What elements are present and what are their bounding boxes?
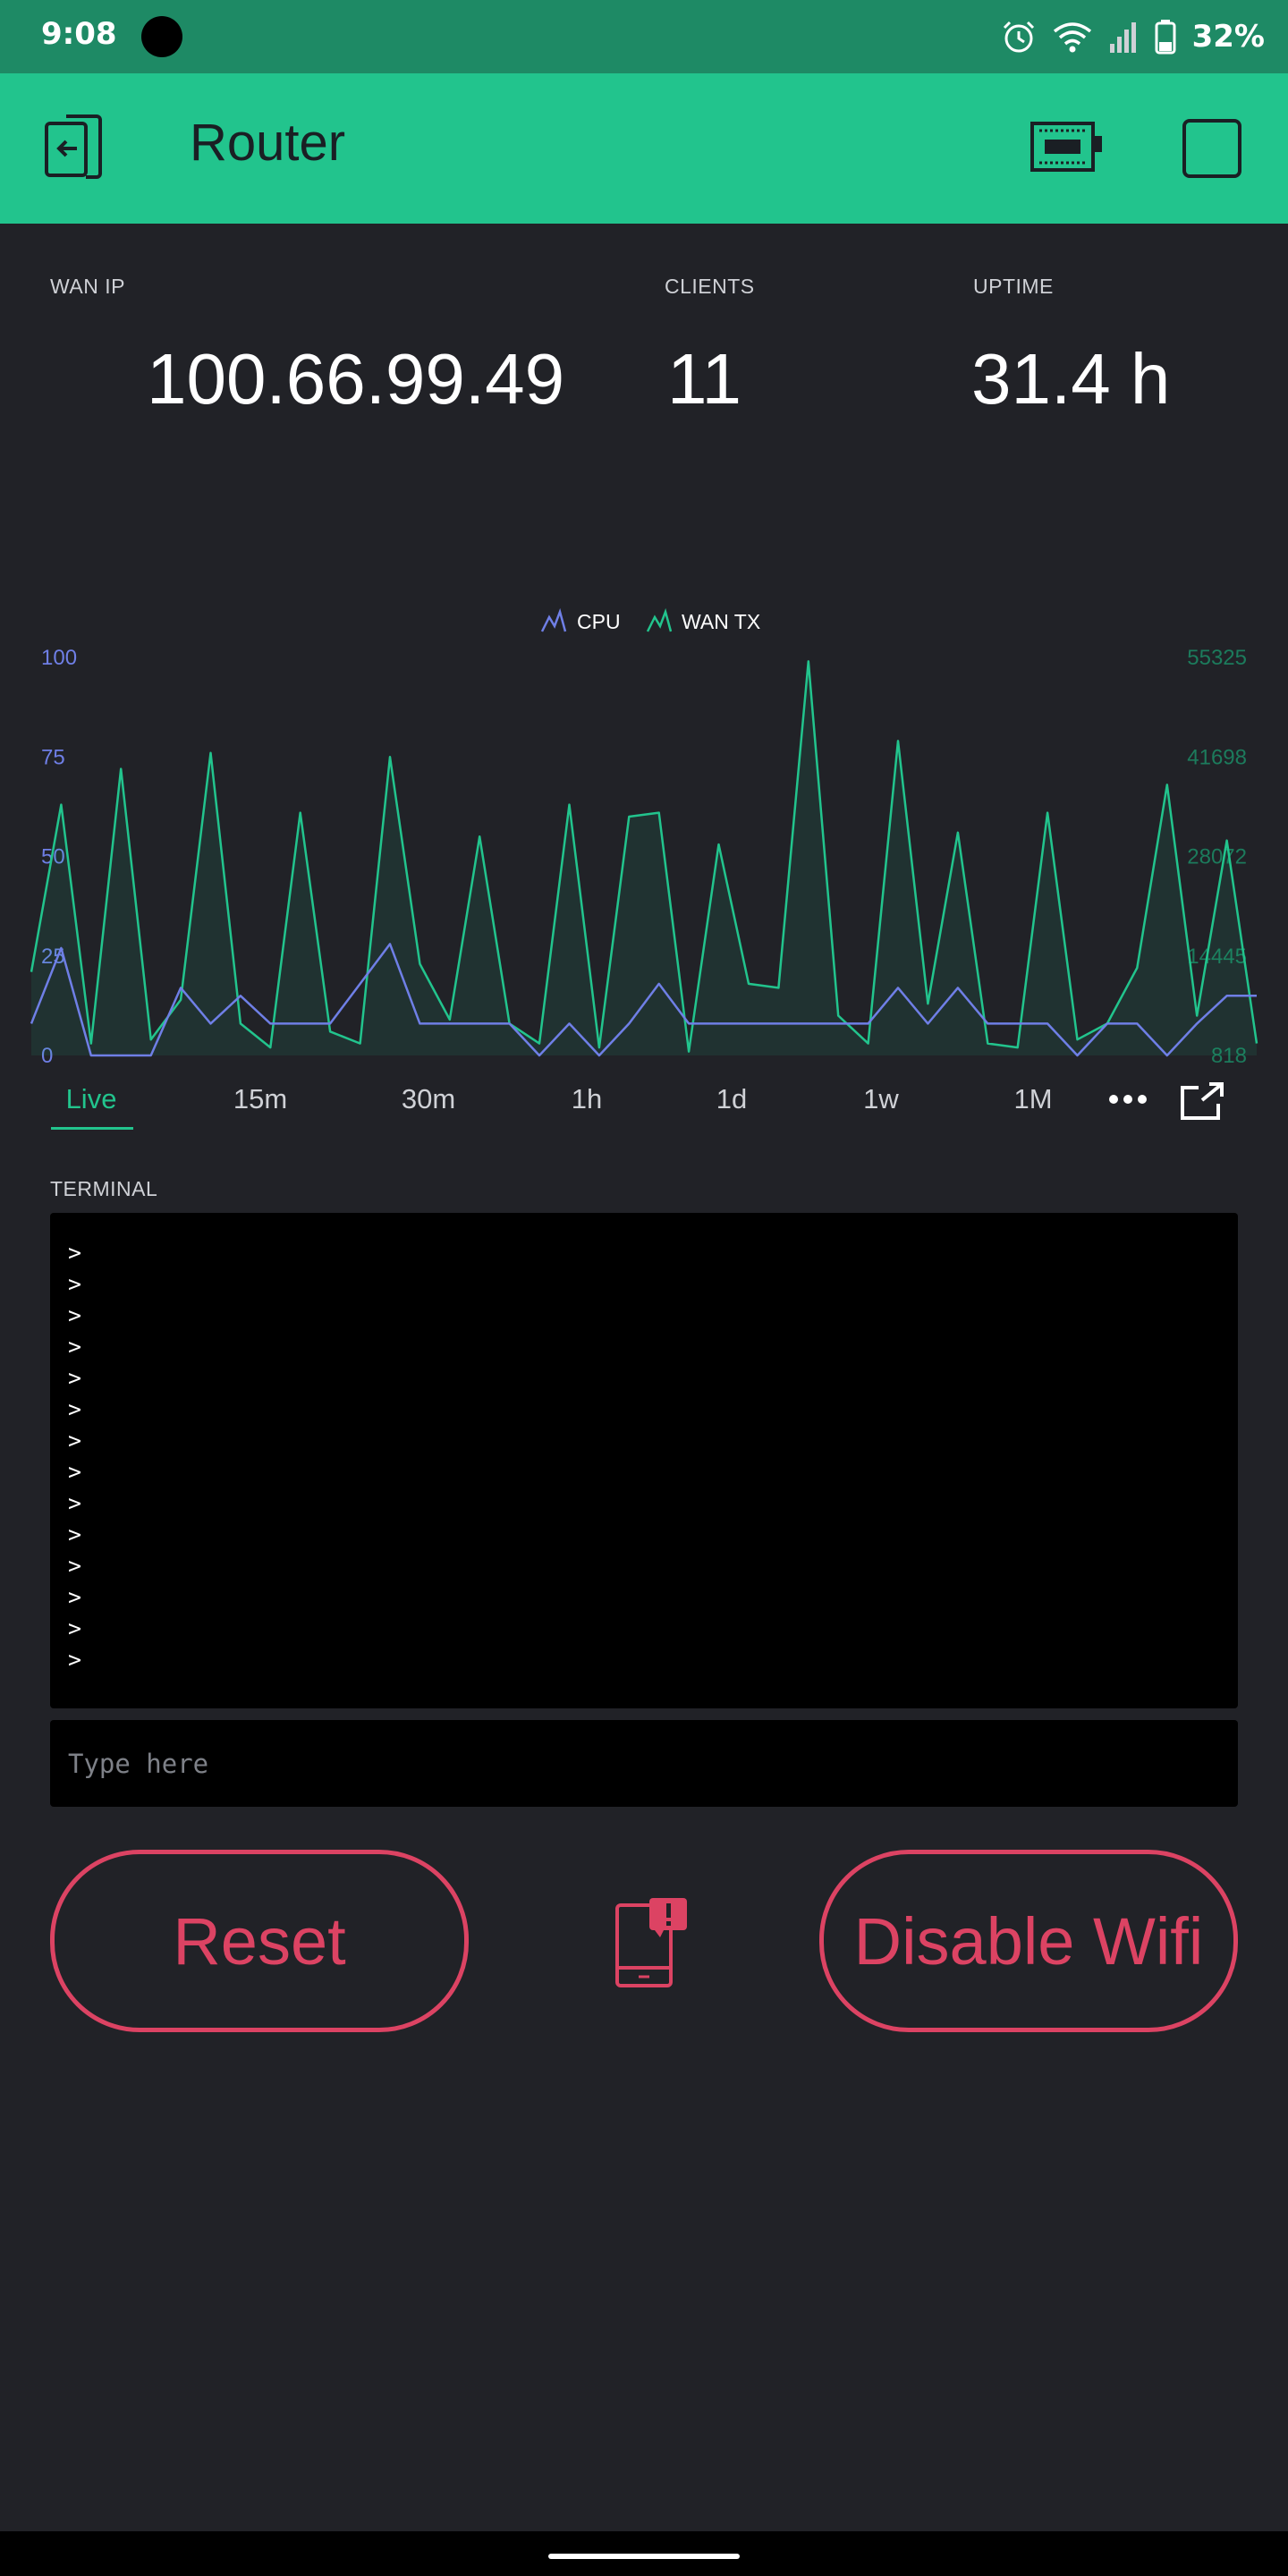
superchart[interactable]: 1007550250 55325416982807214445818 (0, 635, 1288, 1082)
exit-project-button[interactable] (39, 114, 107, 182)
y-right-tick-label: 28072 (1187, 845, 1247, 869)
wan-ip-label: WAN IP (50, 275, 125, 298)
terminal-input[interactable] (50, 1720, 1238, 1807)
terminal-line: > (68, 1396, 82, 1422)
terminal-line: > (68, 1584, 82, 1610)
phone-alert-icon (615, 1898, 687, 1987)
cpu-legend-label: CPU (577, 610, 621, 633)
clients-value: 11 (667, 339, 742, 419)
wifi-icon (1053, 22, 1091, 53)
terminal-line: > (68, 1240, 82, 1266)
terminal-line: > (68, 1459, 82, 1485)
uptime-label: UPTIME (973, 275, 1054, 298)
home-gesture-handle[interactable] (548, 2554, 740, 2559)
camera-cutout (141, 16, 182, 57)
device-button[interactable] (1029, 118, 1106, 177)
time-tab-1w[interactable]: 1w (836, 1083, 926, 1115)
y-left-tick-label: 100 (41, 646, 77, 670)
app-title: Router (190, 114, 346, 172)
wan-ip-value: 100.66.99.49 (147, 339, 565, 419)
terminal-line: > (68, 1490, 82, 1516)
status-time: 9:08 (41, 16, 117, 52)
terminal-line: > (68, 1521, 82, 1547)
time-tab-1h[interactable]: 1h (542, 1083, 631, 1115)
terminal-line: > (68, 1647, 82, 1673)
expand-icon (1181, 1082, 1224, 1120)
reset-button[interactable]: Reset (50, 1850, 469, 2032)
device-chip-icon (1030, 122, 1102, 172)
time-tab-1d[interactable]: 1d (687, 1083, 776, 1115)
terminal-line: > (68, 1365, 82, 1391)
more-options-button[interactable] (1106, 1086, 1150, 1113)
time-tab-15m[interactable]: 15m (216, 1083, 305, 1115)
battery-icon (1155, 20, 1176, 55)
terminal-line: > (68, 1271, 82, 1297)
signal-icon (1109, 22, 1136, 53)
status-icons: 32% (1001, 14, 1265, 59)
terminal-line: > (68, 1553, 82, 1579)
fullscreen-button[interactable] (1179, 1080, 1227, 1122)
y-right-tick-label: 55325 (1187, 646, 1247, 670)
time-tab-30m[interactable]: 30m (384, 1083, 473, 1115)
time-tab-1m[interactable]: 1M (988, 1083, 1078, 1115)
terminal-label: TERMINAL (50, 1177, 158, 1200)
terminal-line: > (68, 1302, 82, 1328)
uptime-value: 31.4 h (971, 339, 1171, 419)
terminal-line: > (68, 1334, 82, 1360)
stop-button[interactable] (1182, 119, 1241, 178)
y-right-tick-label: 41698 (1187, 745, 1247, 769)
terminal-line: > (68, 1615, 82, 1641)
time-tab-live[interactable]: Live (47, 1083, 136, 1115)
more-dots-icon (1109, 1095, 1147, 1104)
active-tab-indicator (51, 1127, 133, 1130)
wan-tx-legend-icon (646, 608, 673, 632)
disable-wifi-button[interactable]: Disable Wifi (819, 1850, 1238, 2032)
wan-tx-area (31, 661, 1257, 1055)
battery-percent: 32% (1191, 19, 1265, 55)
wan-tx-legend-label: WAN TX (682, 610, 761, 633)
exit-icon (45, 114, 102, 179)
notification-button[interactable] (614, 1896, 689, 1989)
cpu-legend-icon (540, 608, 567, 632)
terminal-output: > > > > > > > > > > > > > > (50, 1213, 1238, 1708)
y-left-tick-label: 75 (41, 745, 65, 769)
terminal-line: > (68, 1428, 82, 1453)
alarm-icon (1003, 21, 1034, 53)
clients-label: CLIENTS (665, 275, 755, 298)
